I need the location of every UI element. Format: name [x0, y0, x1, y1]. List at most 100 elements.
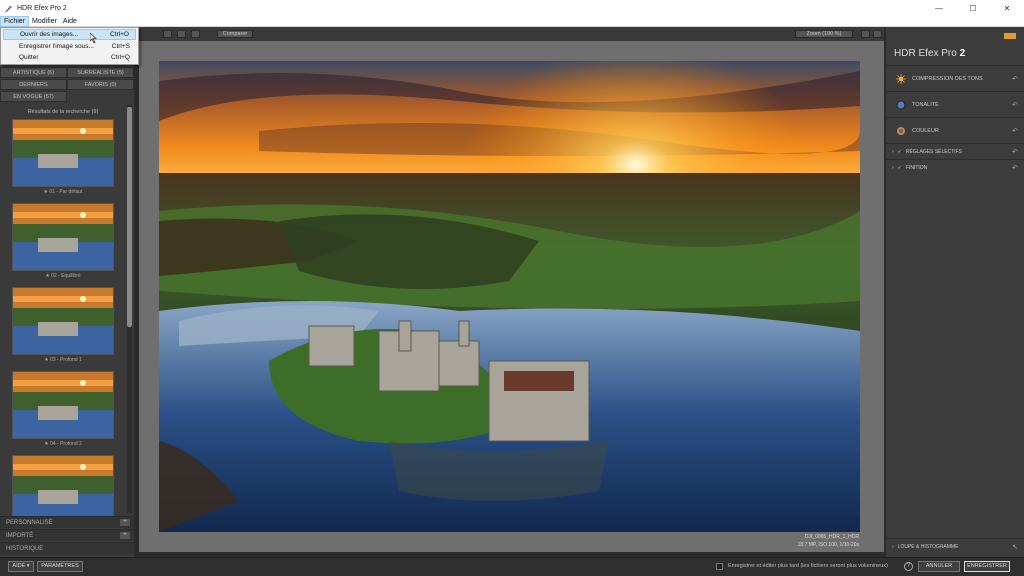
thumbnail-image [13, 372, 113, 438]
menu-item-open-images[interactable]: Ouvrir des images... Ctrl+O [3, 29, 136, 40]
split-view-icon[interactable] [177, 30, 186, 38]
menu-item-save-as[interactable]: Enregistrer l'image sous... Ctrl+S [3, 41, 136, 52]
expand-icon: › [892, 164, 894, 171]
maximize-button[interactable]: ☐ [956, 0, 990, 16]
preset-label: ★ 01 - Par défaut [43, 189, 83, 195]
category-favorites[interactable]: FAVORIS (0) [67, 79, 134, 90]
section-color[interactable]: COULEUR ↶ [886, 117, 1024, 143]
save-button[interactable]: ENREGISTRER [964, 561, 1010, 572]
info-icon[interactable]: ? [904, 562, 913, 571]
section-custom[interactable]: PERSONNALISÉ + [0, 516, 134, 528]
preset-scrollbar[interactable] [127, 105, 132, 513]
background-color-icon[interactable] [861, 30, 870, 38]
plugin-name: HDR Efex Pro [894, 48, 957, 59]
preset-label: ★ 02 - Equilibré [45, 273, 81, 279]
single-view-icon[interactable] [163, 30, 172, 38]
preset-browser: ARTISTIQUE (6) SURRÉALISTE (5) DERNIERS … [0, 27, 134, 557]
plugin-version: 2 [959, 48, 966, 59]
help-label: AIDE [12, 563, 26, 569]
thumbnail-image [13, 288, 113, 354]
menu-help[interactable]: Aide [60, 16, 80, 27]
section-selective-adjustments[interactable]: › ✓ RÉGLAGES SÉLECTIFS ↶ [886, 143, 1024, 159]
checkmark-icon[interactable]: ✓ [898, 149, 902, 155]
reset-icon[interactable]: ↶ [1012, 75, 1018, 83]
menu-item-label: Ouvrir des images... [20, 31, 79, 38]
nik-logo [1004, 33, 1016, 39]
castle-photo [159, 61, 860, 532]
photo-info: 18.7 MP, ISO 100, 1/10-20s [797, 542, 859, 548]
section-label: HISTORIQUE [6, 545, 44, 552]
section-label: RÉGLAGES SÉLECTIFS [905, 148, 963, 155]
menu-item-shortcut: Ctrl+Q [111, 54, 130, 61]
reset-icon[interactable]: ↶ [1012, 164, 1018, 172]
thumbnail-image [13, 456, 113, 522]
view-toolbar: Comparer Zoom (100 %) [139, 27, 884, 41]
menu-item-label: Enregistrer l'image sous... [19, 43, 94, 50]
section-label: IMPORTÉ [6, 532, 34, 539]
image-canvas[interactable]: DJI_0065_HDR_1_HDR 18.7 MP, ISO 100, 1/1… [139, 41, 884, 552]
close-button[interactable]: ✕ [990, 0, 1024, 16]
cancel-button[interactable]: ANNULER [918, 561, 960, 572]
menu-item-label: Quitter [19, 54, 39, 61]
preview-image[interactable] [159, 61, 860, 532]
preset-thumbnail[interactable] [12, 455, 114, 523]
section-label: LOUPE & HISTOGRAMME [897, 543, 959, 550]
section-finishing[interactable]: › ✓ FINITION ↶ [886, 159, 1024, 175]
thumbnail-image [13, 204, 113, 270]
category-surreal[interactable]: SURRÉALISTE (5) [67, 67, 134, 78]
file-menu-dropdown: Ouvrir des images... Ctrl+O Enregistrer … [0, 27, 139, 65]
menu-file[interactable]: Fichier [0, 15, 30, 27]
menu-item-shortcut: Ctrl+O [110, 31, 129, 38]
section-tone-compression[interactable]: COMPRESSION DES TONS ↶ [886, 65, 1024, 91]
section-label: COMPRESSION DES TONS [912, 75, 983, 82]
preset-thumbnail[interactable] [12, 203, 114, 271]
sun-icon [896, 73, 906, 84]
section-history[interactable]: HISTORIQUE [0, 542, 134, 554]
tonality-icon [896, 100, 906, 109]
zoom-select[interactable]: Zoom (100 %) [795, 30, 853, 38]
category-recent[interactable]: DERNIERS [0, 79, 67, 90]
add-icon[interactable]: + [120, 532, 130, 539]
preset-thumbnail[interactable] [12, 287, 114, 355]
menu-item-quit[interactable]: Quitter Ctrl+Q [3, 52, 136, 63]
scrollbar-thumb[interactable] [127, 107, 132, 327]
photo-filename: DJI_0065_HDR_1_HDR [804, 534, 859, 540]
pin-icon[interactable]: ↖ [1012, 543, 1018, 551]
section-label: FINITION [905, 164, 928, 171]
reset-icon[interactable]: ↶ [1012, 148, 1018, 156]
add-icon[interactable]: + [120, 519, 130, 526]
plugin-title: HDR Efex Pro 2 [894, 48, 965, 59]
search-results-title: Résultats de la recherche (9) [27, 109, 99, 115]
menu-bar: Fichier Modifier Aide [0, 15, 1024, 27]
reset-icon[interactable]: ↶ [1012, 127, 1018, 135]
reset-icon[interactable]: ↶ [1012, 101, 1018, 109]
section-label: PERSONNALISÉ [6, 519, 53, 526]
fullscreen-icon[interactable] [873, 30, 882, 38]
preset-label: ★ 03 - Profond 1 [44, 357, 82, 363]
preset-thumbnail[interactable] [12, 119, 114, 187]
section-tonality[interactable]: TONALITÉ ↶ [886, 91, 1024, 117]
help-button[interactable]: AIDE ▾ [8, 561, 34, 572]
section-loupe-histogram[interactable]: › LOUPE & HISTOGRAMME ↖ [886, 538, 1024, 554]
section-label: TONALITÉ [912, 101, 939, 108]
compare-button[interactable]: Comparer [217, 30, 253, 38]
category-artistic[interactable]: ARTISTIQUE (6) [0, 67, 67, 78]
side-by-side-icon[interactable] [191, 30, 200, 38]
menu-item-shortcut: Ctrl+S [111, 43, 130, 50]
color-wheel-icon [897, 126, 905, 135]
menu-edit[interactable]: Modifier [29, 16, 60, 27]
preset-thumbnail[interactable] [12, 371, 114, 439]
bottom-bar: AIDE ▾ PARAMÈTRES Enregistrer et éditer … [0, 557, 1024, 576]
expand-icon: › [892, 543, 894, 550]
category-trending[interactable]: EN VOGUE (57) [0, 91, 67, 102]
adjustments-panel: HDR Efex Pro 2 COMPRESSION DES TONS ↶ TO… [886, 27, 1024, 557]
preset-label: ★ 04 - Profond 2 [44, 441, 82, 447]
save-later-checkbox[interactable] [716, 563, 723, 570]
minimize-button[interactable]: — [922, 0, 956, 16]
section-label: COULEUR [912, 127, 939, 134]
window-title: HDR Efex Pro 2 [17, 4, 67, 12]
section-imported[interactable]: IMPORTÉ + [0, 529, 134, 541]
checkmark-icon[interactable]: ✓ [898, 165, 902, 171]
app-icon [4, 5, 13, 12]
settings-button[interactable]: PARAMÈTRES [37, 561, 83, 572]
